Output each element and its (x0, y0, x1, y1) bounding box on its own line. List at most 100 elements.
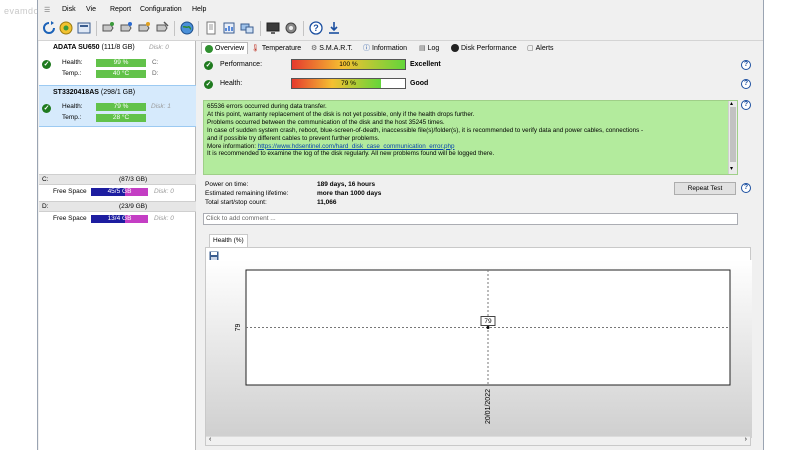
menu-configuration[interactable]: Configuration (140, 6, 182, 13)
health-status-icon[interactable] (58, 20, 74, 36)
tab-health-chart[interactable]: Health (%) (209, 234, 248, 247)
message-line: and if possible try different cables to … (207, 134, 380, 142)
health-label: Health: (62, 103, 83, 110)
drive-letter: C: (42, 176, 49, 183)
disk-index: Disk: 0 (149, 44, 169, 51)
monitor-icon[interactable] (265, 20, 281, 36)
message-line: At this point, warranty replacement of t… (207, 110, 475, 118)
performance-status: Excellent (410, 61, 441, 68)
drive-size: (23/9 GB) (119, 203, 148, 210)
power-on-label: Power on time: (205, 181, 249, 188)
repeat-test-button[interactable]: Repeat Test (674, 182, 736, 195)
tab-log[interactable]: ▤ Log (419, 42, 439, 54)
start-stop-value: 11,066 (317, 199, 337, 206)
tab-alerts[interactable]: ▢ Alerts (527, 42, 554, 54)
menu-help[interactable]: Help (192, 6, 206, 13)
tab-temperature[interactable]: 🌡 Temperature (251, 42, 301, 54)
health-ok-icon: ✓ (42, 104, 51, 113)
health-label: Health: (62, 59, 83, 66)
tab-disk-performance[interactable]: Disk Performance (451, 42, 517, 54)
health-message-box: 65536 errors occurred during data transf… (203, 100, 738, 175)
scroll-thumb[interactable] (730, 107, 736, 162)
drive-size: (87/3 GB) (119, 176, 148, 183)
free-space-label: Free Space (53, 215, 87, 222)
health-value: 79 % (341, 80, 356, 87)
info-link[interactable]: https://www.hdsentinel.com/hard_disk_cas… (258, 143, 455, 150)
repeat-test-help-icon[interactable]: ? (741, 183, 751, 193)
message-help-icon[interactable]: ? (741, 100, 751, 110)
test-tool-3-icon[interactable] (136, 20, 152, 36)
power-on-value: 189 days, 16 hours (317, 181, 376, 188)
chart-scrollbar[interactable]: ‹ › (206, 436, 750, 445)
performance-help-icon[interactable]: ? (741, 60, 751, 70)
info-icon: ⓘ (363, 45, 370, 52)
test-tool-2-icon[interactable] (118, 20, 134, 36)
test-tool-1-icon[interactable] (100, 20, 116, 36)
tab-smart[interactable]: ⚙ S.M.A.R.T. (311, 42, 353, 54)
drive-letter: D: (42, 203, 49, 210)
health-bar: 99 % (96, 59, 146, 67)
health-help-icon[interactable]: ? (741, 79, 751, 89)
drive-d-header[interactable]: D: (23/9 GB) (39, 201, 196, 212)
disk-list-panel: ADATA SU650 (111/8 GB) Disk: 0 ✓ Health:… (39, 41, 196, 450)
test-tool-4-icon[interactable] (154, 20, 170, 36)
log-icon: ▤ (419, 45, 426, 52)
thermometer-icon: 🌡 (251, 45, 260, 52)
smart-icon: ⚙ (311, 45, 318, 52)
temp-bar: 28 °C (96, 114, 146, 122)
temp-label: Temp.: (62, 114, 82, 121)
drive-c-header[interactable]: C: (87/3 GB) (39, 174, 196, 185)
lifetime-label: Estimated remaining lifetime: (205, 190, 289, 197)
health-bar: 79 % (96, 103, 146, 111)
help-icon[interactable]: ? (308, 20, 324, 36)
x-tick-label: 20/01/2022 (485, 389, 492, 424)
disk-name: ADATA SU650 (111/8 GB) (53, 44, 135, 51)
comment-input[interactable]: Click to add comment ... (203, 213, 738, 225)
svg-text:?: ? (313, 23, 319, 33)
performance-label: Performance: (220, 61, 263, 68)
disk-info-icon[interactable] (76, 20, 92, 36)
data-label: 79 (484, 318, 492, 325)
health-label: Health: (220, 80, 243, 87)
drive-c-free-row: Free Space 45/5 GB Disk: 0 (39, 186, 196, 198)
health-ok-icon: ✓ (42, 60, 51, 69)
scroll-left-icon[interactable]: ‹ (209, 436, 211, 443)
temp-bar: 40 °C (96, 70, 146, 78)
network-icon[interactable] (239, 20, 255, 36)
message-line: It is recommended to examine the log of … (207, 150, 495, 158)
performance-ok-icon: ✓ (204, 61, 213, 70)
disk-index: Disk: 0 (154, 188, 174, 195)
scroll-right-icon[interactable]: › (745, 436, 747, 443)
refresh-icon[interactable] (41, 20, 57, 36)
drive-letter: D: (152, 70, 159, 77)
globe-icon[interactable] (179, 20, 195, 36)
overview-icon (205, 44, 213, 53)
message-line: In case of sudden system crash, reboot, … (207, 126, 644, 134)
performance-meter: 100 % (291, 59, 406, 70)
health-chart: 79 20/01/2022 79 (206, 260, 752, 438)
lifetime-value: more than 1000 days (317, 190, 382, 197)
info-download-icon[interactable] (326, 20, 342, 36)
scroll-down-icon[interactable]: ▾ (730, 166, 733, 174)
disk-entry-0[interactable]: ADATA SU650 (111/8 GB) Disk: 0 ✓ Health:… (39, 41, 196, 85)
disk-entry-1[interactable]: ST3320418AS (298/1 GB) Disk: 1 ✓ Health:… (39, 85, 196, 127)
free-space-label: Free Space (53, 188, 87, 195)
report-icon[interactable] (221, 20, 237, 36)
app-menu-icon[interactable]: ☰ (44, 6, 50, 14)
menu-report[interactable]: Report (110, 6, 131, 13)
menu-disk[interactable]: Disk (62, 6, 76, 13)
start-stop-label: Total start/stop count: (205, 199, 267, 206)
menu-bar: ☰ Disk Vie Report Configuration Help (38, 4, 763, 17)
health-chart-panel: Health (%) 79 20/01/2022 79 ‹ › (205, 234, 752, 446)
drive-letter: C: (152, 59, 159, 66)
health-status: Good (410, 80, 429, 87)
message-line: Problems occurred between the communicat… (207, 118, 445, 126)
document-icon[interactable] (203, 20, 219, 36)
tab-overview[interactable]: Overview (201, 42, 249, 54)
menu-view[interactable]: Vie (86, 6, 96, 13)
tab-information[interactable]: ⓘ Information (363, 42, 407, 54)
y-tick-label: 79 (235, 324, 242, 332)
overview-panel: ✓ Performance: 100 % Excellent ? ✓ Healt… (201, 54, 761, 450)
message-scrollbar[interactable]: ▴ ▾ (728, 101, 737, 174)
settings-icon[interactable] (283, 20, 299, 36)
